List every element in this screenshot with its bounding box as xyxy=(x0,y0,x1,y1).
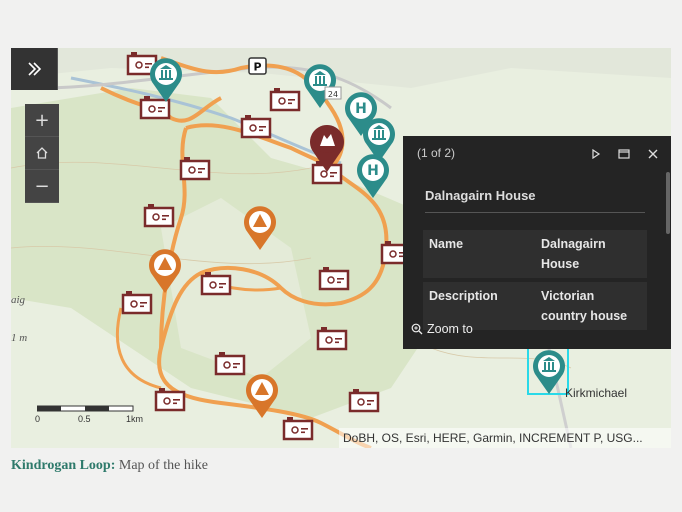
popup-close-button[interactable] xyxy=(643,144,663,164)
expand-panel-button[interactable] xyxy=(11,48,58,90)
attribute-value-line: country house xyxy=(541,309,628,323)
camera-marker-icon[interactable] xyxy=(214,350,246,376)
map-view[interactable]: H H P 24 aig 1 m Kirkmichael + − 0 0.5 1… xyxy=(11,48,671,448)
popup-divider xyxy=(425,212,645,213)
scale-label-1km: 1km xyxy=(126,414,144,424)
popup-scrollbar[interactable] xyxy=(666,172,670,234)
attribute-value-line: Dalnagairn xyxy=(541,237,606,251)
map-caption: Kindrogan Loop: Map of the hike xyxy=(11,458,208,474)
mountain-pin-icon[interactable] xyxy=(246,374,278,418)
svg-text:H: H xyxy=(355,101,367,117)
museum-pin-icon[interactable] xyxy=(304,64,336,108)
map-edge-label: aig xyxy=(11,294,26,306)
mountain-pin-icon[interactable] xyxy=(244,206,276,250)
zoom-to-button[interactable]: Zoom to xyxy=(411,322,473,336)
zoom-in-button[interactable]: + xyxy=(25,104,59,137)
play-icon xyxy=(592,149,601,159)
svg-text:24: 24 xyxy=(328,90,338,99)
camera-marker-icon[interactable] xyxy=(316,325,348,351)
popup-dock-button[interactable] xyxy=(614,144,634,164)
map-edge-label: 1 m xyxy=(11,332,28,344)
camera-marker-icon[interactable] xyxy=(179,155,211,181)
zoom-out-button[interactable]: − xyxy=(25,170,59,203)
attribute-value: Victorian country house xyxy=(535,282,647,330)
town-label-kirkmichael: Kirkmichael xyxy=(565,386,628,400)
dock-icon xyxy=(618,149,630,159)
table-row: Name Dalnagairn House xyxy=(423,230,647,278)
feature-popup: (1 of 2) Dalnagairn House Name Dalnagair… xyxy=(403,136,671,349)
parking-shield-icon: P xyxy=(248,57,267,75)
camera-marker-icon[interactable] xyxy=(269,86,301,112)
popup-title: Dalnagairn House xyxy=(425,188,536,203)
map-attribution[interactable]: DoBH, OS, Esri, HERE, Garmin, INCREMENT … xyxy=(339,428,671,448)
popup-pager: (1 of 2) xyxy=(417,146,456,160)
camera-marker-icon[interactable] xyxy=(200,270,232,296)
camera-marker-icon[interactable] xyxy=(348,387,380,413)
svg-text:H: H xyxy=(367,163,379,179)
museum-pin-icon[interactable] xyxy=(533,350,565,394)
attribute-value-line: Victorian xyxy=(541,289,595,303)
attribute-value: Dalnagairn House xyxy=(535,230,647,278)
camera-marker-icon[interactable] xyxy=(143,202,175,228)
caption-title: Kindrogan Loop: xyxy=(11,458,116,473)
magnifier-plus-icon xyxy=(411,323,423,335)
scale-bar: 0 0.5 1km xyxy=(33,404,183,426)
museum-pin-icon[interactable] xyxy=(150,58,182,102)
attribute-key: Name xyxy=(423,230,535,278)
scale-bar-graphic xyxy=(37,405,134,412)
zoom-controls: + − xyxy=(25,104,59,203)
caption-text: Map of the hike xyxy=(118,458,208,473)
scale-label-half: 0.5 xyxy=(78,414,91,424)
zoom-to-label: Zoom to xyxy=(427,322,473,336)
hospital-pin-icon[interactable]: H xyxy=(357,154,389,198)
home-icon xyxy=(36,147,48,159)
camera-marker-icon[interactable] xyxy=(121,289,153,315)
attribute-table: Name Dalnagairn House Description Victori… xyxy=(423,226,647,334)
camera-marker-icon[interactable] xyxy=(318,265,350,291)
mountain-pin-icon[interactable] xyxy=(149,249,181,293)
double-chevron-right-icon xyxy=(28,62,42,76)
home-button[interactable] xyxy=(25,137,59,170)
camera-marker-icon[interactable] xyxy=(282,415,314,441)
scale-label-0: 0 xyxy=(35,414,41,424)
popup-next-button[interactable] xyxy=(586,144,606,164)
road-number-shield-icon: 24 xyxy=(324,86,342,100)
close-icon xyxy=(648,149,658,159)
svg-text:P: P xyxy=(253,61,261,74)
attribute-value-line: House xyxy=(541,257,580,271)
camera-marker-icon[interactable] xyxy=(240,113,272,139)
